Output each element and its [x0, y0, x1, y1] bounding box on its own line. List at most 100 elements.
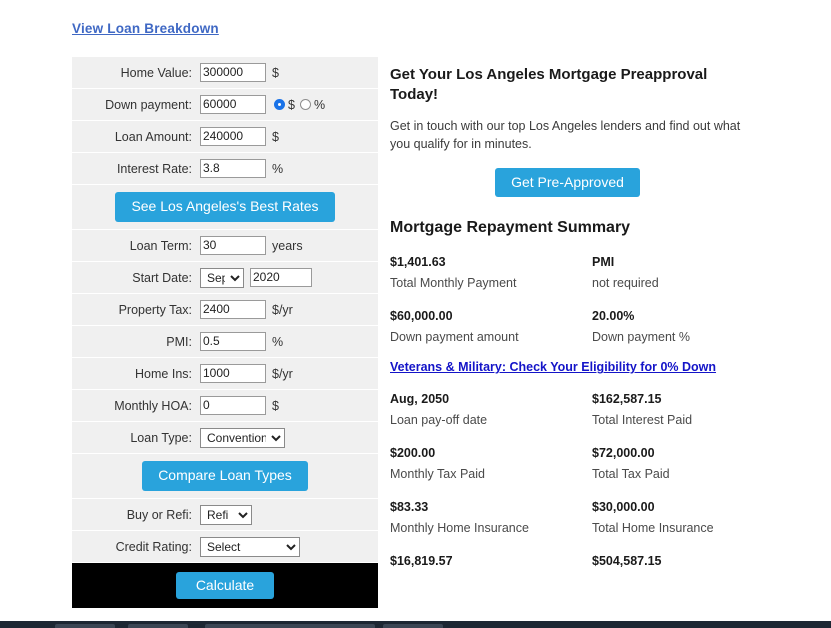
form-row-home-value: Home Value: $ [72, 57, 378, 89]
form-row-monthly-hoa: Monthly HOA: $ [72, 390, 378, 422]
label-percent: % [313, 97, 326, 112]
label-loan-amount: Loan Amount: [114, 129, 192, 144]
form-row-home-ins: Home Ins: $/yr [72, 358, 378, 390]
summary-label: Total Tax Paid [592, 467, 670, 482]
field-buy-or-refi: Refi [200, 504, 378, 525]
promo-title: Get Your Los Angeles Mortgage Preapprova… [390, 66, 708, 103]
summary-value: $200.00 [390, 446, 436, 461]
radio-percent-icon[interactable] [299, 99, 311, 110]
interest-rate-input[interactable] [200, 159, 266, 178]
label-home-value: Home Value: [120, 65, 192, 80]
summary-title: Mortgage Repayment Summary [390, 219, 631, 237]
down-payment-percent-option[interactable]: % [299, 97, 326, 112]
form-row-loan-term: Loan Term: years [72, 230, 378, 262]
summary-label: Monthly Tax Paid [390, 467, 485, 482]
taskbar-chip [383, 624, 443, 628]
summary-label: Down payment % [592, 330, 690, 345]
loan-term-input[interactable] [200, 236, 266, 255]
calculate-button[interactable]: Calculate [175, 571, 275, 600]
summary-label: Down payment amount [390, 330, 519, 345]
form-row-buy-or-refi: Buy or Refi: Refi [72, 499, 378, 531]
bottom-taskbar-strip [0, 621, 831, 628]
field-loan-type: Conventional [200, 427, 378, 448]
form-row-loan-amount: Loan Amount: $ [72, 121, 378, 153]
summary-value: $16,819.57 [390, 554, 453, 569]
radio-dollar-icon[interactable] [274, 99, 285, 110]
credit-rating-select[interactable]: Select [200, 536, 300, 557]
monthly-hoa-input[interactable] [200, 396, 266, 415]
summary-item: $60,000.00 Down payment amount [390, 309, 592, 363]
summary-item: Aug, 2050 Loan pay-off date [390, 392, 592, 446]
field-down-payment: $ % [200, 95, 378, 114]
summary-label: not required [592, 276, 659, 291]
taskbar-chip [205, 624, 375, 628]
label-start-date: Start Date: [132, 270, 192, 285]
calculate-button-bar: Calculate [72, 563, 378, 608]
label-down-payment: Down payment: [105, 97, 192, 112]
unit-loan-amount: $ [272, 129, 279, 144]
summary-item: $200.00 Monthly Tax Paid [390, 446, 592, 500]
promo-body: Get in touch with our top Los Angeles le… [390, 118, 741, 152]
down-payment-dollar-option[interactable]: $ [274, 98, 295, 112]
compare-loan-types-button[interactable]: Compare Loan Types [142, 461, 308, 491]
unit-property-tax: $/yr [272, 302, 293, 317]
home-value-input[interactable] [200, 63, 266, 82]
summary-item: $30,000.00 Total Home Insurance [592, 500, 750, 554]
view-loan-breakdown[interactable]: View Loan Breakdown [72, 21, 219, 36]
get-pre-approved-button[interactable]: Get Pre-Approved [495, 168, 640, 198]
unit-loan-term: years [272, 238, 303, 253]
field-credit-rating: Select [200, 536, 378, 557]
veterans-eligibility-link-wrap[interactable]: Veterans & Military: Check Your Eligibil… [390, 359, 750, 392]
see-best-rates-button[interactable]: See Los Angeles's Best Rates [115, 192, 335, 222]
form-row-down-payment: Down payment: $ % [72, 89, 378, 121]
summary-label: Total Interest Paid [592, 413, 693, 428]
loan-amount-input[interactable] [200, 127, 266, 146]
label-home-ins: Home Ins: [135, 366, 192, 381]
form-row-credit-rating: Credit Rating: Select [72, 531, 378, 563]
down-payment-input[interactable] [200, 95, 266, 114]
view-loan-breakdown-link[interactable]: View Loan Breakdown [72, 21, 219, 36]
summary-grid: $1,401.63 Total Monthly Payment PMI not … [390, 255, 750, 594]
buy-or-refi-select[interactable]: Refi [200, 504, 252, 525]
property-tax-input[interactable] [200, 300, 266, 319]
summary-value: $30,000.00 [592, 500, 655, 515]
results-panel: Get Your Los Angeles Mortgage Preapprova… [390, 65, 750, 594]
taskbar-chip [55, 624, 115, 628]
summary-label: Loan pay-off date [390, 413, 488, 428]
best-rates-button-row: See Los Angeles's Best Rates [72, 185, 378, 230]
home-insurance-input[interactable] [200, 364, 266, 383]
label-pmi: PMI: [166, 334, 192, 349]
summary-label: Total Home Insurance [592, 521, 714, 536]
label-dollar: $ [288, 97, 295, 112]
summary-value: $1,401.63 [390, 255, 446, 270]
label-interest-rate: Interest Rate: [116, 161, 192, 176]
form-row-pmi: PMI: % [72, 326, 378, 358]
loan-type-select[interactable]: Conventional [200, 427, 285, 448]
summary-value: Aug, 2050 [390, 392, 450, 407]
summary-value: $72,000.00 [592, 446, 655, 461]
field-start-date: Sep [200, 267, 378, 288]
field-interest-rate: % [200, 159, 378, 178]
summary-item: 20.00% Down payment % [592, 309, 750, 363]
summary-value: $60,000.00 [390, 309, 453, 324]
pmi-input[interactable] [200, 332, 266, 351]
summary-item: $16,819.57 [390, 554, 592, 594]
summary-value: 20.00% [592, 309, 635, 324]
start-date-month-select[interactable]: Sep [200, 267, 244, 288]
unit-home-ins: $/yr [272, 366, 293, 381]
unit-monthly-hoa: $ [272, 398, 279, 413]
form-row-loan-type: Loan Type: Conventional [72, 422, 378, 454]
down-payment-unit-radios: $ % [274, 98, 325, 112]
summary-item: $83.33 Monthly Home Insurance [390, 500, 592, 554]
mortgage-calculator-form: Home Value: $ Down payment: $ % Loan Amo… [72, 57, 378, 608]
start-date-year-input[interactable] [250, 268, 312, 287]
summary-label: Monthly Home Insurance [390, 521, 529, 536]
form-row-property-tax: Property Tax: $/yr [72, 294, 378, 326]
summary-item: $72,000.00 Total Tax Paid [592, 446, 750, 500]
form-row-start-date: Start Date: Sep [72, 262, 378, 294]
veterans-eligibility-link[interactable]: Veterans & Military: Check Your Eligibil… [390, 360, 716, 374]
unit-home-value: $ [272, 65, 279, 80]
label-loan-term: Loan Term: [129, 238, 192, 253]
unit-pmi: % [272, 334, 284, 349]
summary-value: PMI [592, 255, 615, 270]
